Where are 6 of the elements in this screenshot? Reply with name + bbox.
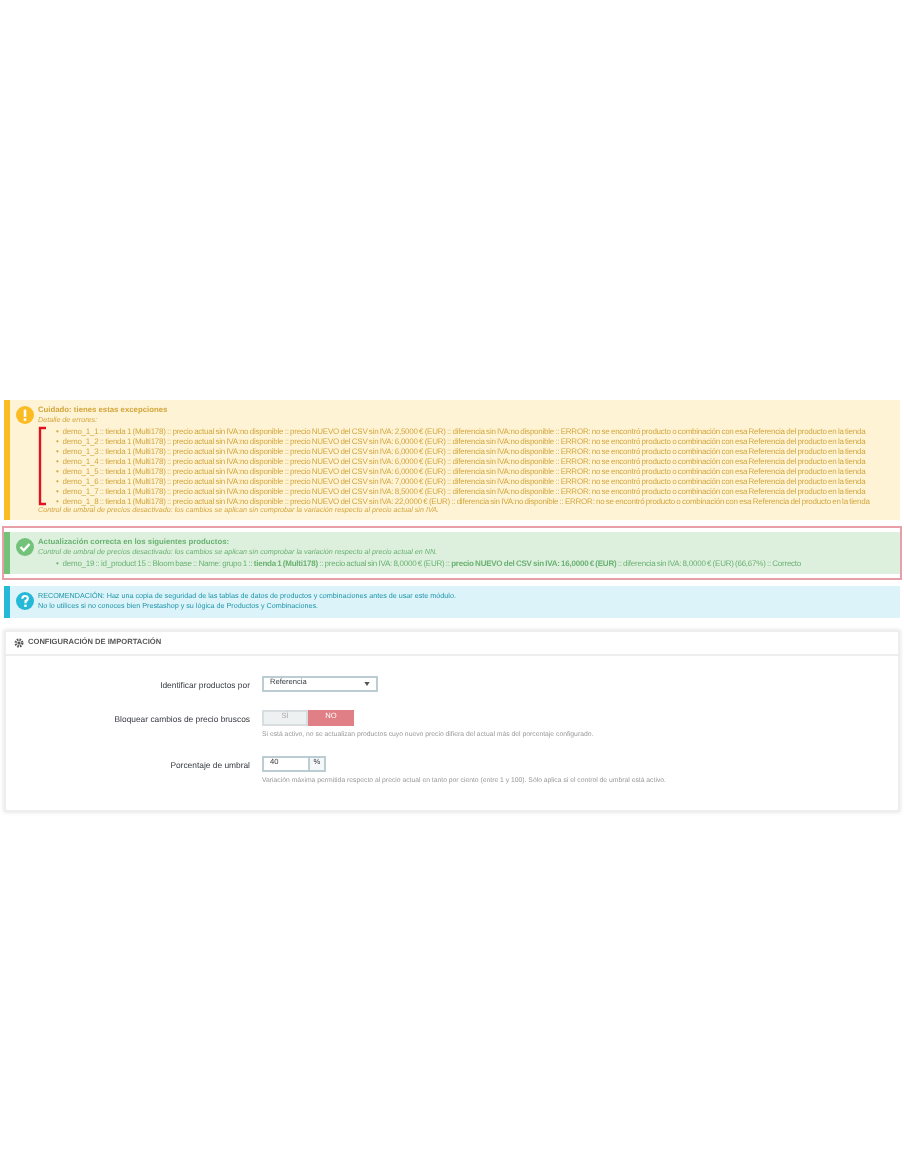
annotation-bracket [38,425,46,506]
gear-icon [14,637,24,648]
question-icon [16,591,34,610]
check-icon [16,538,34,557]
exclamation-icon [16,406,34,424]
caret-icon [364,682,370,687]
